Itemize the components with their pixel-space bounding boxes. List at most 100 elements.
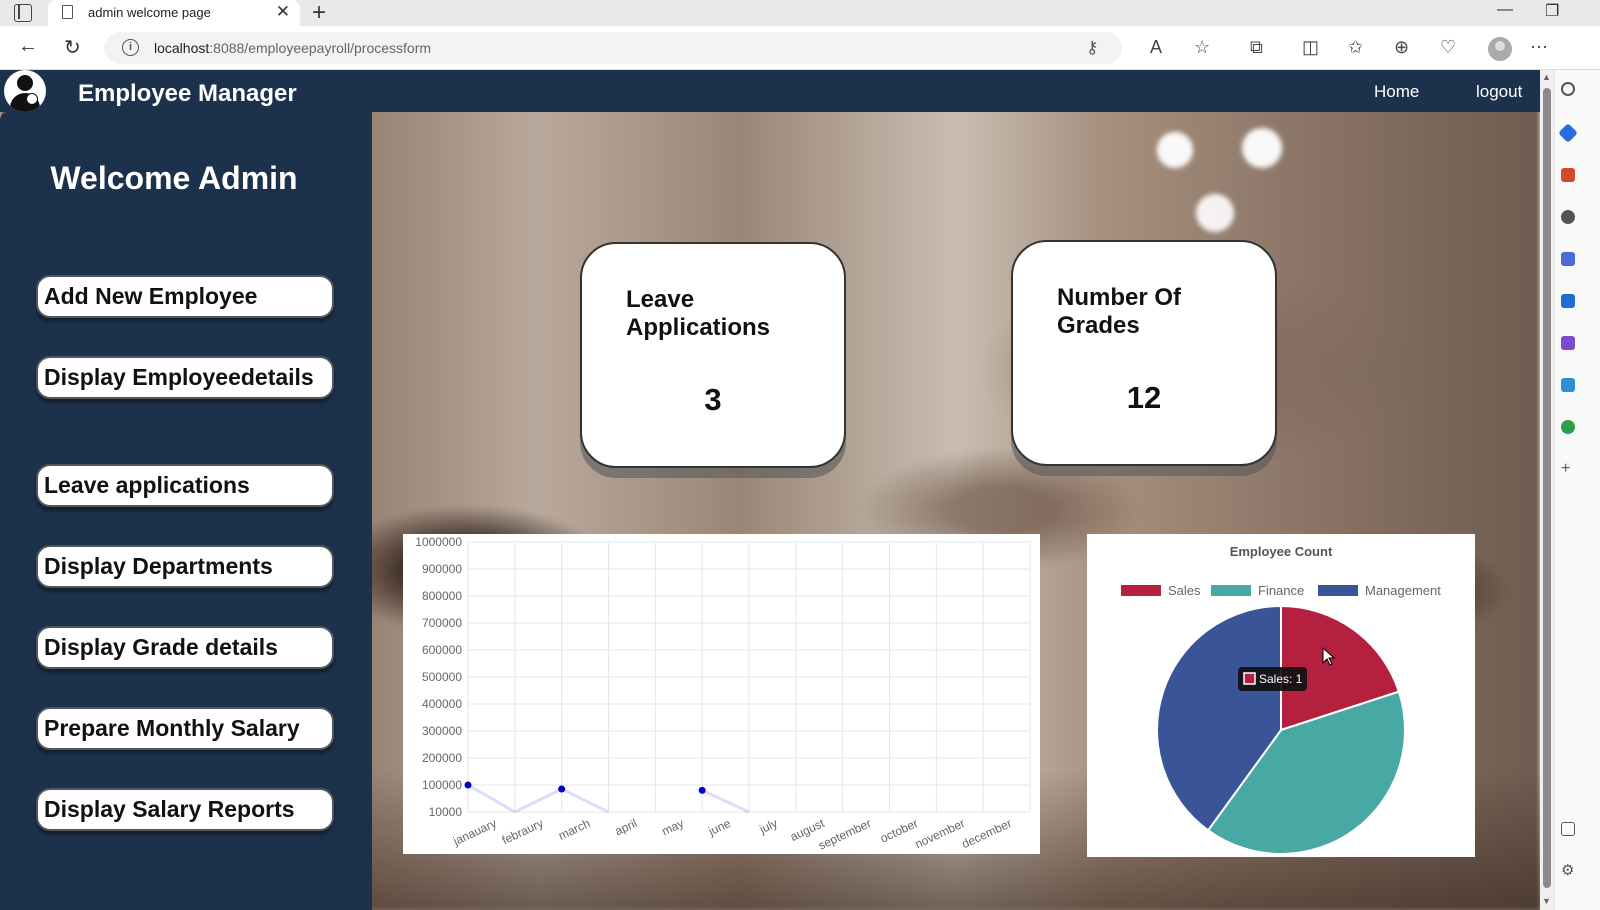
series-line — [514, 787, 563, 814]
settings-gear-icon[interactable]: ⚙ — [1561, 863, 1575, 878]
prepare-monthly-salary-button[interactable]: Prepare Monthly Salary — [36, 707, 334, 750]
leave-applications-button[interactable]: Leave applications — [36, 464, 334, 507]
site-info-icon[interactable]: i — [122, 39, 139, 56]
read-aloud-icon[interactable]: A — [1150, 37, 1162, 58]
legend-swatch — [1121, 585, 1161, 596]
x-tick-label: november — [913, 816, 967, 851]
logout-link[interactable]: logout — [1476, 82, 1522, 102]
back-icon[interactable]: ← — [18, 35, 38, 58]
y-tick-label: 700000 — [422, 616, 462, 630]
display-employee-details-button[interactable]: Display Employeedetails — [36, 356, 334, 399]
y-tick-label: 500000 — [422, 670, 462, 684]
y-tick-label: 10000 — [429, 805, 463, 819]
browser-toolbar: ← ↻ i localhost:8088/employeepayroll/pro… — [0, 26, 1600, 70]
scroll-down-icon[interactable]: ▼ — [1542, 896, 1551, 906]
salary-line-chart: 1000000 900000 800000 700000 600000 500000 400… — [403, 534, 1040, 854]
legend-label: Sales — [1168, 583, 1201, 598]
tools-icon[interactable] — [1561, 210, 1575, 224]
minimize-icon[interactable]: — — [1497, 1, 1513, 19]
legend-label: Finance — [1258, 583, 1304, 598]
pie-chart-svg: Employee Count Sales Finance Management Sale… — [1121, 544, 1441, 855]
sidebar-layout-icon[interactable] — [1561, 822, 1575, 836]
x-tick-label: janauary — [450, 816, 499, 849]
series-line — [701, 789, 750, 814]
y-tick-label: 200000 — [422, 751, 462, 765]
restore-icon[interactable]: ❐ — [1545, 1, 1559, 21]
y-tick-label: 400000 — [422, 697, 462, 711]
copilot-icon[interactable] — [1558, 123, 1578, 143]
x-tick-label: febraury — [500, 816, 546, 847]
scroll-up-icon[interactable]: ▲ — [1542, 72, 1551, 82]
url-text: localhost:8088/employeepayroll/processfo… — [154, 40, 432, 56]
address-bar[interactable]: i localhost:8088/employeepayroll/process… — [104, 32, 1122, 64]
key-icon[interactable]: ⚷ — [1086, 38, 1098, 58]
card-value: 12 — [1126, 380, 1162, 415]
profile-avatar[interactable] — [1488, 37, 1512, 61]
browser-sidebar: + ⚙ — [1554, 70, 1600, 910]
new-tab-icon[interactable]: + — [312, 0, 326, 27]
search-icon[interactable] — [1561, 82, 1575, 96]
x-tick-label: september — [816, 816, 873, 853]
leave-applications-card[interactable]: Leave Applications 3 — [580, 242, 846, 468]
card-value: 3 — [704, 382, 722, 417]
data-point — [464, 781, 472, 789]
employee-count-pie-chart: Employee Count Sales Finance Management Sale… — [1087, 534, 1475, 857]
data-point — [558, 785, 566, 793]
add-new-employee-button[interactable]: Add New Employee — [36, 275, 334, 318]
series-line — [561, 787, 610, 814]
page-icon — [62, 5, 73, 19]
favorites-icon[interactable]: ✩ — [1348, 37, 1363, 58]
y-tick-label: 600000 — [422, 643, 462, 657]
add-icon[interactable]: + — [1561, 461, 1575, 477]
sidebar: Welcome Admin Add New Employee Display E… — [0, 112, 372, 910]
card-title: Leave Applications — [626, 286, 771, 341]
brand-title: Employee Manager — [78, 80, 297, 107]
legend-swatch — [1318, 585, 1358, 596]
close-tab-icon[interactable]: ✕ — [276, 2, 290, 22]
browser-tab[interactable]: admin welcome page ✕ — [48, 0, 300, 26]
favorite-star-icon[interactable]: ☆ — [1194, 37, 1210, 58]
grades-card[interactable]: Number Of Grades 12 — [1011, 240, 1277, 466]
page-scrollbar[interactable]: ▲ ▼ — [1540, 70, 1554, 910]
send-icon[interactable] — [1561, 378, 1575, 392]
extensions-icon[interactable]: ⧉ — [1250, 37, 1263, 58]
welcome-heading: Welcome Admin — [50, 160, 298, 196]
x-tick-label: june — [705, 816, 733, 839]
legend-swatch — [1211, 585, 1251, 596]
x-tick-label: may — [660, 816, 686, 838]
shopping-icon[interactable] — [1561, 168, 1575, 182]
split-screen-icon[interactable]: ◫ — [1302, 37, 1319, 58]
collections-icon[interactable]: ⊕ — [1394, 37, 1409, 58]
x-tick-label: march — [556, 816, 592, 843]
display-salary-reports-button[interactable]: Display Salary Reports — [36, 788, 334, 831]
y-tick-label: 300000 — [422, 724, 462, 738]
x-tick-label: december — [960, 816, 1014, 851]
reload-icon[interactable]: ↻ — [64, 35, 81, 60]
drop-icon[interactable] — [1561, 420, 1575, 434]
x-tick-label: april — [613, 816, 639, 838]
home-link[interactable]: Home — [1374, 82, 1419, 102]
card-title: Number Of Grades — [1057, 284, 1182, 339]
app-page: Employee Manager Home logout Welcome Adm… — [0, 70, 1540, 910]
legend-label: Management — [1365, 583, 1441, 598]
games-icon[interactable] — [1561, 252, 1575, 266]
y-tick-label: 800000 — [422, 589, 462, 603]
scroll-thumb[interactable] — [1543, 88, 1551, 888]
pie-tooltip: Sales: 1 — [1238, 667, 1307, 691]
display-grade-details-button[interactable]: Display Grade details — [36, 626, 334, 669]
top-navbar: Employee Manager Home logout — [0, 70, 1540, 112]
data-point — [698, 786, 706, 794]
y-tick-label: 100000 — [422, 778, 462, 792]
tab-actions-icon[interactable] — [14, 4, 32, 22]
tooltip-text: Sales: 1 — [1259, 672, 1303, 686]
y-tick-label: 900000 — [422, 562, 462, 576]
outlook-icon[interactable] — [1561, 294, 1575, 308]
browser-tabbar: admin welcome page ✕ + — ❐ — [0, 0, 1600, 26]
browser-essentials-icon[interactable]: ♡ — [1440, 37, 1456, 58]
line-chart-svg: 1000000 900000 800000 700000 600000 500000 400… — [415, 535, 1031, 853]
office-icon[interactable] — [1561, 336, 1575, 350]
admin-avatar — [4, 70, 46, 112]
more-icon[interactable]: ⋯ — [1530, 37, 1548, 58]
display-departments-button[interactable]: Display Departments — [36, 545, 334, 588]
pie-title: Employee Count — [1230, 544, 1333, 559]
